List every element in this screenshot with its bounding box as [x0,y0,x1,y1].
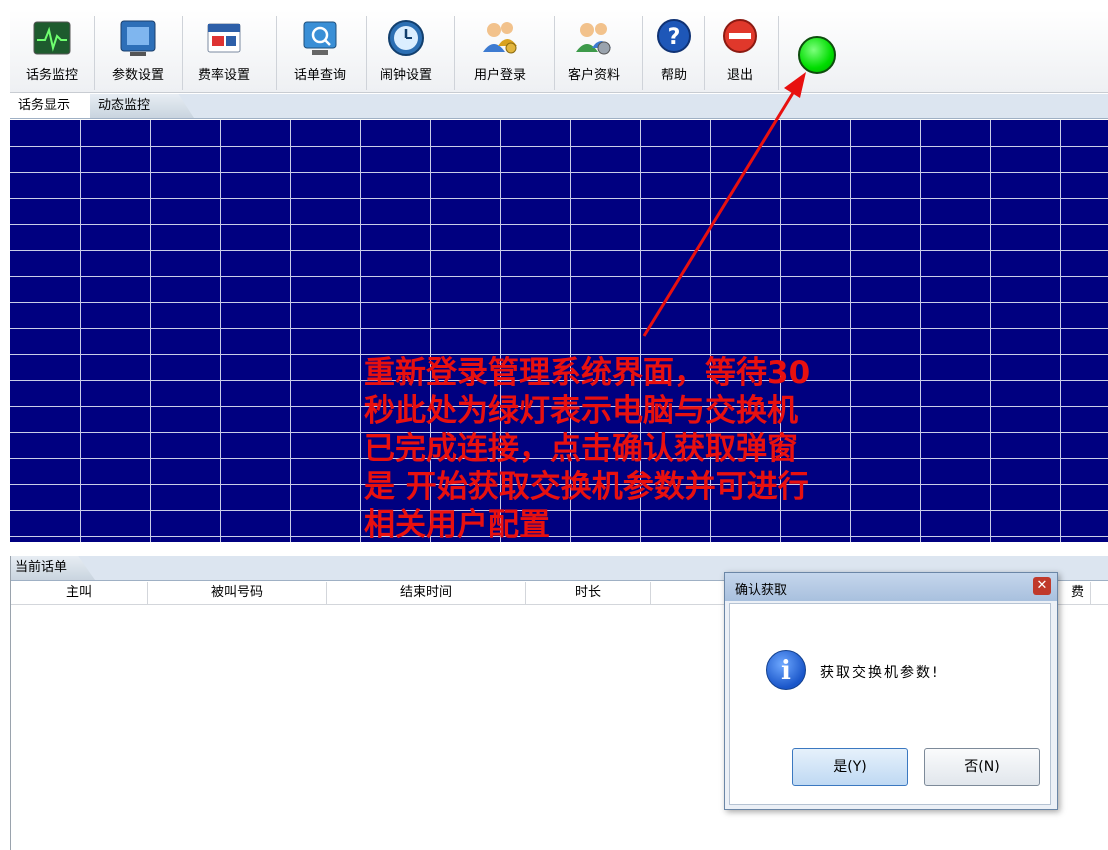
traffic-monitor-label: 话务监控 [25,68,78,83]
grid-line [150,120,151,542]
rate-settings-label: 费率设置 [197,68,250,83]
dialog-title-bar[interactable]: 确认获取 ✕ [725,573,1057,601]
column-caller[interactable]: 主叫 [11,582,148,604]
help-button[interactable]: ? 帮助 [640,14,708,92]
help-icon: ? [654,18,694,58]
toolbar-separator [454,16,455,90]
annotation-line: 已完成连接，点击确认获取弹窗 [364,431,798,467]
grid-line [920,120,921,542]
parameter-settings-label: 参数设置 [111,68,164,83]
user-login-label: 用户登录 [473,68,526,83]
grid-line [10,224,1108,225]
grid-line [10,172,1108,173]
confirm-fetch-dialog: 确认获取 ✕ i 获取交换机参数! 是(Y) 否(N) [724,572,1058,810]
alarm-clock-icon [386,18,426,58]
exit-label: 退出 [726,68,753,83]
grid-line [10,146,1108,147]
annotation-line: 相关用户配置 [364,507,550,543]
user-login-button[interactable]: 用户登录 [466,14,534,92]
grid-line [80,120,81,542]
parameter-settings-button[interactable]: 参数设置 [104,14,172,92]
help-label: 帮助 [660,68,687,83]
alarm-clock-label: 闹钟设置 [379,68,432,83]
customer-data-label: 客户资料 [567,68,620,83]
tab-dynamic-monitor[interactable]: 动态监控 [90,94,194,118]
exit-button[interactable]: 退出 [706,14,774,92]
rate-settings-button[interactable]: 费率设置 [190,14,258,92]
grid-line [360,120,361,542]
call-record-query-label: 话单查询 [293,68,346,83]
traffic-monitor-icon [32,18,72,58]
annotation-line: 是 开始获取交换机参数并可进行 [364,469,809,505]
tab-traffic-display[interactable]: 话务显示 [10,94,98,118]
toolbar-separator [182,16,183,90]
grid-line [10,276,1108,277]
toolbar-separator [554,16,555,90]
column-called-number[interactable]: 被叫号码 [148,582,327,604]
toolbar-separator [276,16,277,90]
connection-status-led [798,36,836,74]
toolbar-separator [778,16,779,90]
toolbar-separator [704,16,705,90]
grid-line [10,250,1108,251]
info-icon: i [766,650,806,690]
annotation-line: 重新登录管理系统界面，等待30 [364,355,811,391]
parameter-settings-icon [118,18,158,58]
annotation-line: 秒此处为绿灯表示电脑与交换机 [364,393,798,429]
exit-icon [720,18,760,58]
grid-line [220,120,221,542]
annotation-text: 重新登录管理系统界面，等待30 秒此处为绿灯表示电脑与交换机 已完成连接，点击确… [364,354,834,544]
user-login-icon [480,18,520,58]
main-toolbar: 话务监控 参数设置 费率设置 话单查询 闹钟设置 用户登录 客户资料 ? 帮助 … [10,10,1108,93]
traffic-monitor-button[interactable]: 话务监控 [18,14,86,92]
grid-line [10,198,1108,199]
yes-button[interactable]: 是(Y) [792,748,908,786]
grid-line [290,120,291,542]
svg-text:?: ? [668,25,681,50]
rate-settings-icon [204,18,244,58]
grid-line [990,120,991,542]
grid-line [1060,120,1061,542]
dialog-title: 确认获取 [735,583,788,598]
call-record-query-button[interactable]: 话单查询 [286,14,354,92]
toolbar-separator [94,16,95,90]
dialog-body: i 获取交换机参数! 是(Y) 否(N) [729,603,1051,805]
column-end-time[interactable]: 结束时间 [327,582,526,604]
close-icon[interactable]: ✕ [1033,577,1051,595]
grid-line [10,328,1108,329]
grid-line [10,302,1108,303]
column-duration[interactable]: 时长 [526,582,651,604]
alarm-clock-button[interactable]: 闹钟设置 [372,14,440,92]
dialog-message: 获取交换机参数! [820,665,940,681]
grid-line [850,120,851,542]
customer-data-icon [574,18,614,58]
customer-data-button[interactable]: 客户资料 [560,14,628,92]
no-button[interactable]: 否(N) [924,748,1040,786]
monitor-tab-strip: 话务显示 动态监控 [10,94,1108,119]
call-record-query-icon [300,18,340,58]
toolbar-separator [366,16,367,90]
